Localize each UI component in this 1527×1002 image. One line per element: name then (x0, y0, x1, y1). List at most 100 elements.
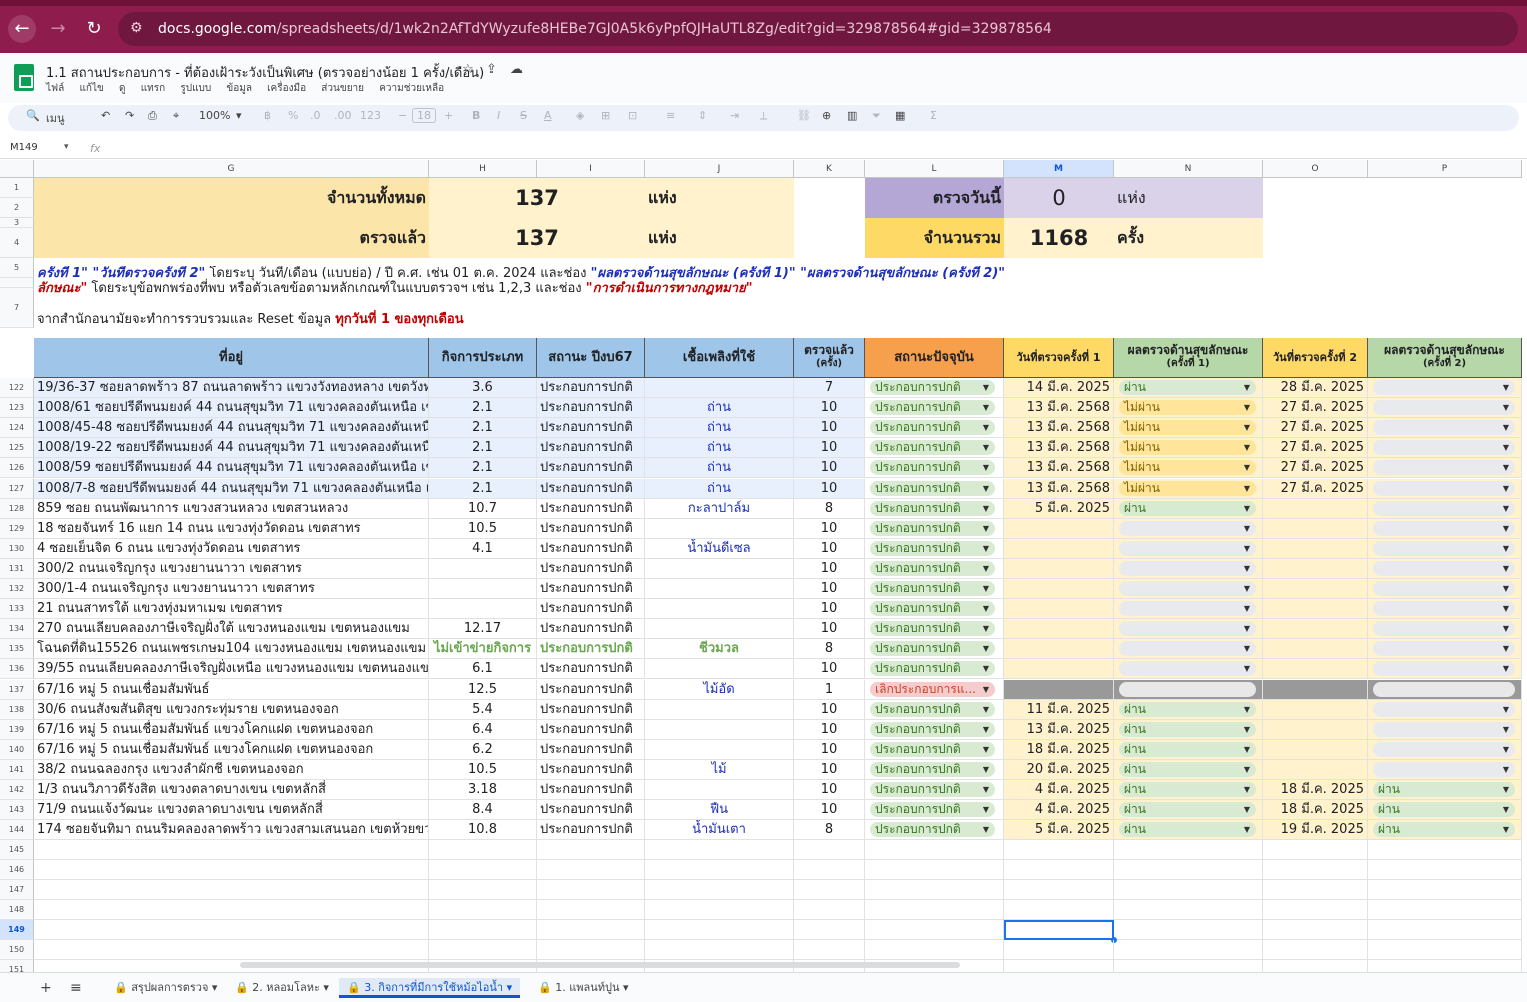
cell-fuel[interactable] (645, 619, 794, 639)
result1-chip[interactable]: ▼ (1119, 601, 1256, 616)
empty-cell[interactable] (429, 840, 537, 860)
cell-status67[interactable]: ประกอบการปกติ (537, 639, 645, 659)
result1-chip[interactable]: ▼ (1119, 661, 1256, 676)
status-chip[interactable]: ประกอบการปกติ ▼ (870, 822, 995, 837)
cell-status67[interactable]: ประกอบการปกติ (537, 659, 645, 679)
cell-date1[interactable]: 5 มี.ค. 2025 (1004, 499, 1114, 519)
empty-cell[interactable] (1004, 840, 1114, 860)
empty-cell[interactable] (794, 880, 865, 900)
cell-date1[interactable] (1004, 559, 1114, 579)
font-increase-icon[interactable]: + (444, 109, 453, 122)
row-header[interactable]: 134 (0, 619, 34, 639)
cell-checked[interactable]: 10 (794, 438, 865, 458)
menu-help[interactable]: ความช่วยเหลือ (379, 83, 444, 94)
result2-chip[interactable]: ▼ (1373, 661, 1515, 676)
column-header-l[interactable]: L (865, 160, 1004, 178)
table-views-icon[interactable]: ▦ (895, 109, 905, 122)
font-decrease-icon[interactable]: − (398, 109, 407, 122)
empty-cell[interactable] (34, 920, 429, 940)
cell-address[interactable]: 30/6 ถนนสังฆสันติสุข แขวงกระทุ่มราย เขตห… (34, 700, 429, 720)
result2-chip[interactable]: ▼ (1373, 420, 1515, 435)
cell-date1[interactable]: 4 มี.ค. 2025 (1004, 800, 1114, 820)
result2-chip[interactable]: ▼ (1373, 521, 1515, 536)
empty-cell[interactable] (537, 940, 645, 960)
text-color-icon[interactable]: A (544, 109, 552, 122)
column-header-j[interactable]: J (645, 160, 794, 178)
result2-chip[interactable]: ▼ (1373, 561, 1515, 576)
cell-date1[interactable]: 18 มี.ค. 2025 (1004, 740, 1114, 760)
cell-fuel[interactable]: ถ่าน (645, 418, 794, 438)
cell-status67[interactable]: ประกอบการปกติ (537, 599, 645, 619)
cell-activity[interactable]: 2.1 (429, 458, 537, 478)
cell-fuel[interactable] (645, 519, 794, 539)
cell-checked[interactable]: 10 (794, 599, 865, 619)
result1-chip[interactable]: ผ่าน ▼ (1119, 722, 1256, 737)
result1-chip[interactable]: ผ่าน ▼ (1119, 822, 1256, 837)
cell-checked[interactable]: 10 (794, 398, 865, 418)
cell-date1[interactable]: 13 มี.ค. 2568 (1004, 418, 1114, 438)
cell-date2[interactable] (1263, 639, 1368, 659)
cell-date2[interactable] (1263, 700, 1368, 720)
cell-fuel[interactable]: น้ำมันดีเซล (645, 539, 794, 559)
cell-fuel[interactable]: ไม้อัด (645, 680, 794, 700)
cloud-status-icon[interactable]: ☁ (510, 62, 523, 77)
cell-checked[interactable]: 10 (794, 720, 865, 740)
cell-activity[interactable]: 6.1 (429, 659, 537, 679)
row-header[interactable]: 1 (0, 178, 34, 198)
empty-cell[interactable] (794, 860, 865, 880)
cell-status67[interactable]: ประกอบการปกติ (537, 479, 645, 499)
cell-address[interactable]: 67/16 หมู่ 5 ถนนเชื่อมสัมพันธ์ แขวงโคกแฝ… (34, 720, 429, 740)
cell-checked[interactable]: 8 (794, 499, 865, 519)
empty-cell[interactable] (1263, 940, 1368, 960)
result2-chip[interactable]: ▼ (1373, 742, 1515, 757)
row-header[interactable]: 140 (0, 740, 34, 760)
cell-activity[interactable]: 3.6 (429, 378, 537, 398)
empty-cell[interactable] (1114, 920, 1263, 940)
cell-checked[interactable]: 1 (794, 680, 865, 700)
cell-date1[interactable]: 20 มี.ค. 2025 (1004, 760, 1114, 780)
row-header[interactable]: 151 (0, 960, 34, 972)
result2-chip[interactable]: ผ่าน ▼ (1373, 822, 1515, 837)
chevron-down-icon[interactable]: ▾ (236, 109, 242, 122)
cell-address[interactable]: 300/2 ถนนเจริญกรุง แขวงยานนาวา เขตสาทร (34, 559, 429, 579)
empty-cell[interactable] (794, 840, 865, 860)
result2-chip[interactable]: ▼ (1373, 501, 1515, 516)
empty-cell[interactable] (865, 840, 1004, 860)
cell-date1[interactable] (1004, 539, 1114, 559)
row-header[interactable]: 136 (0, 659, 34, 679)
status-chip[interactable]: ประกอบการปกติ ▼ (870, 641, 995, 656)
cell-fuel[interactable]: ถ่าน (645, 458, 794, 478)
cell-status67[interactable]: ประกอบการปกติ (537, 519, 645, 539)
status-chip[interactable]: ประกอบการปกติ ▼ (870, 561, 995, 576)
empty-cell[interactable] (645, 940, 794, 960)
result2-chip[interactable]: ▼ (1373, 440, 1515, 455)
cell-date1[interactable]: 14 มี.ค. 2025 (1004, 378, 1114, 398)
menu-insert[interactable]: แทรก (141, 83, 165, 94)
row-header[interactable]: 150 (0, 940, 34, 960)
selected-cell[interactable] (1004, 920, 1114, 940)
name-box[interactable]: M149 (10, 142, 38, 153)
cell-activity[interactable] (429, 579, 537, 599)
empty-cell[interactable] (1368, 860, 1522, 880)
row-header[interactable]: 2 (0, 198, 34, 218)
cell-date2[interactable]: 18 มี.ค. 2025 (1263, 780, 1368, 800)
paint-format-icon[interactable]: ⌖ (173, 109, 179, 123)
cell-fuel[interactable]: ถ่าน (645, 398, 794, 418)
empty-cell[interactable] (1263, 920, 1368, 940)
cell-address[interactable]: 67/16 หมู่ 5 ถนนเชื่อมสัมพันธ์ แขวงโคกแฝ… (34, 740, 429, 760)
cell-status67[interactable]: ประกอบการปกติ (537, 438, 645, 458)
status-chip[interactable]: ประกอบการปกติ ▼ (870, 702, 995, 717)
cell-status67[interactable]: ประกอบการปกติ (537, 780, 645, 800)
row-header[interactable]: 123 (0, 398, 34, 418)
sheet-tab-cement-plant[interactable]: 🔒 1. แพลนท์ปูน ▾ (538, 978, 629, 998)
row-header[interactable]: 147 (0, 880, 34, 900)
cell-date2[interactable] (1263, 599, 1368, 619)
cell-checked[interactable]: 10 (794, 559, 865, 579)
cell-fuel[interactable]: ฟืน (645, 800, 794, 820)
cell-fuel[interactable] (645, 579, 794, 599)
cell-date1[interactable] (1004, 579, 1114, 599)
redo-icon[interactable]: ↷ (125, 109, 134, 122)
empty-cell[interactable] (865, 900, 1004, 920)
row-header[interactable]: 139 (0, 720, 34, 740)
empty-cell[interactable] (34, 840, 429, 860)
